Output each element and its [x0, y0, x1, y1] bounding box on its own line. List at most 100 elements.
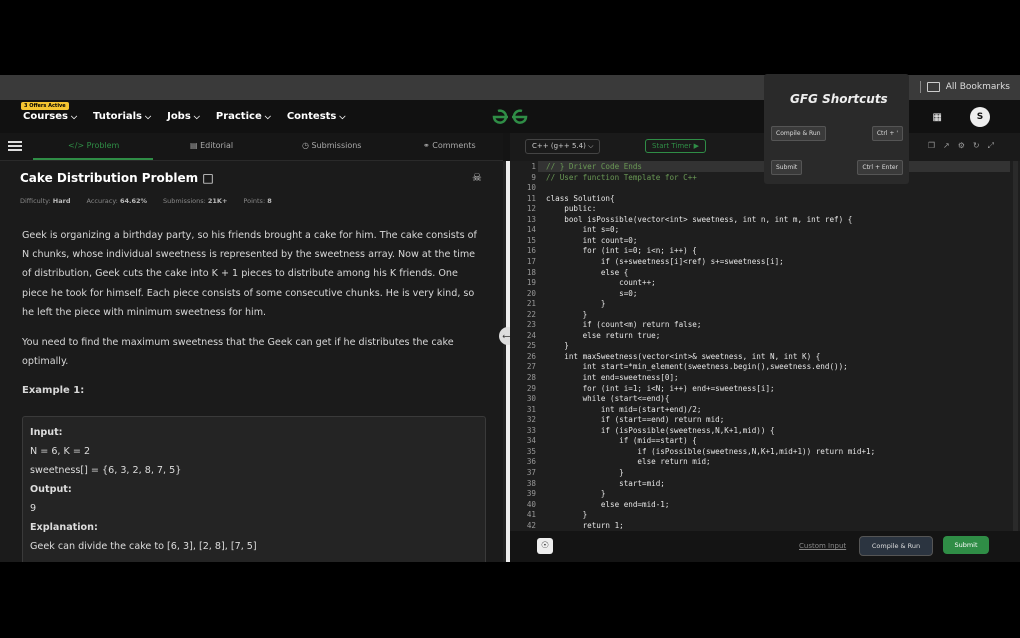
code-line[interactable]: else return true; — [546, 331, 661, 340]
custom-input-link[interactable]: Custom Input — [799, 542, 846, 550]
line-number: 38 — [526, 478, 536, 488]
bookmark-icon[interactable]: □ — [202, 171, 213, 185]
line-number: 40 — [526, 499, 536, 509]
code-line[interactable]: } — [546, 310, 588, 319]
copy-icon[interactable]: ❐ — [928, 141, 935, 151]
line-number: 13 — [526, 214, 536, 224]
lightbulb-icon[interactable]: ☉ — [537, 538, 553, 554]
code-line[interactable]: return 1; — [546, 521, 624, 530]
code-line[interactable]: public: — [546, 204, 596, 213]
tab-submissions[interactable]: ◷ Submissions — [302, 141, 361, 150]
code-line[interactable]: for (int i=1; i<N; i++) end+=sweetness[i… — [546, 384, 775, 393]
offer-badge[interactable]: 3 Offers Active — [21, 102, 69, 110]
chevron-down-icon: ⌵ — [339, 112, 346, 121]
editor-scrollbar[interactable] — [1013, 161, 1018, 531]
code-line[interactable]: bool isPossible(vector<int> sweetness, i… — [546, 215, 852, 224]
line-number: 28 — [526, 373, 536, 382]
code-line[interactable]: } — [546, 489, 606, 498]
code-line[interactable]: else { — [546, 268, 628, 277]
code-line[interactable]: int mid=(start+end)/2; — [546, 405, 702, 414]
editor-panel: C++ (g++ 5.4) ⌵ Start Timer ▶ ❐ ↗ ⚙ ↻ ⤢ … — [510, 133, 1020, 562]
input-line: N = 6, K = 2 — [30, 446, 91, 457]
code-line[interactable]: // User function Template for C++ — [546, 173, 697, 182]
tab-problem[interactable]: </> Problem — [68, 141, 119, 150]
folder-icon — [926, 82, 940, 92]
shortcut-row: Compile & Run Ctrl + ' — [771, 126, 903, 141]
tab-comments[interactable]: ⚭ Comments — [423, 141, 476, 150]
start-timer-button[interactable]: Start Timer ▶ — [645, 139, 706, 153]
all-bookmarks[interactable]: All Bookmarks — [919, 81, 1010, 93]
nav-contests[interactable]: Contests ⌵ — [287, 111, 346, 122]
export-icon[interactable]: ↗ — [943, 141, 950, 151]
code-line[interactable]: else end=mid-1; — [546, 500, 670, 509]
code-line[interactable]: class Solution{ — [546, 194, 615, 203]
code-line[interactable]: int start=*min_element(sweetness.begin()… — [546, 362, 848, 371]
line-number: 19 — [526, 278, 536, 288]
settings-icon[interactable]: ⚙ — [958, 141, 965, 151]
code-line[interactable]: if (start==end) return mid; — [546, 415, 724, 424]
compile-run-button[interactable]: Compile & Run — [859, 536, 933, 556]
line-number: 34 — [526, 436, 536, 446]
shortcut-submit-label[interactable]: Submit — [771, 160, 803, 175]
submissions-value: 21K+ — [207, 197, 228, 205]
line-number: 16 — [526, 246, 536, 256]
line-number: 14 — [526, 225, 536, 235]
code-line[interactable]: int s=0; — [546, 225, 620, 234]
editor-icons: ❐ ↗ ⚙ ↻ ⤢ — [928, 141, 994, 151]
line-number: 41 — [526, 510, 536, 520]
code-line[interactable]: if (isPossible(sweetness,N,K+1,mid+1)) r… — [546, 447, 875, 456]
avatar[interactable]: S — [970, 107, 990, 127]
page-title: Cake Distribution Problem □ — [20, 171, 214, 185]
nav-courses[interactable]: Courses ⌵ — [23, 111, 77, 122]
problem-task: You need to find the maximum sweetness t… — [22, 337, 454, 368]
code-line[interactable]: int count=0; — [546, 236, 638, 245]
fullscreen-icon[interactable]: ⤢ — [988, 141, 994, 151]
chevron-down-icon: ⌵ — [264, 112, 271, 121]
input-line: sweetness[] = {6, 3, 2, 8, 7, 5} — [30, 465, 182, 476]
code-line[interactable]: } — [546, 299, 606, 308]
shortcuts-popup: GFG Shortcuts Compile & Run Ctrl + ' Sub… — [764, 74, 909, 184]
line-number: 15 — [526, 235, 536, 245]
line-number: 36 — [526, 457, 536, 467]
nav-tutorials[interactable]: Tutorials ⌵ — [93, 111, 151, 122]
code-editor[interactable]: 1 // } Driver Code Ends 9 // User function … — [510, 161, 1020, 531]
line-number: 20 — [526, 288, 536, 298]
submit-button[interactable]: Submit — [943, 536, 989, 554]
line-number: 27 — [526, 362, 536, 372]
language-select[interactable]: C++ (g++ 5.4) ⌵ — [525, 139, 601, 154]
code-line[interactable]: } — [546, 341, 569, 350]
shortcut-submit-key: Ctrl + Enter — [857, 160, 903, 175]
line-number: 32 — [526, 415, 536, 425]
translate-icon[interactable]: ▦ — [933, 112, 942, 123]
shortcut-row: Submit Ctrl + Enter — [771, 160, 903, 175]
tab-editorial[interactable]: ▤ Editorial — [190, 141, 233, 150]
code-line[interactable]: if (count<m) return false; — [546, 320, 702, 329]
nav-menu: Courses ⌵ Tutorials ⌵ Jobs ⌵ Practice ⌵ Cont… — [23, 111, 345, 122]
code-line[interactable]: else return mid; — [546, 457, 710, 466]
nav-jobs[interactable]: Jobs ⌵ — [167, 111, 200, 122]
example-heading: Example 1: — [22, 385, 85, 396]
code-line[interactable]: } — [546, 468, 624, 477]
code-line[interactable]: if (isPossible(sweetness,N,K+1,mid)) { — [546, 426, 775, 435]
accuracy-value: 64.62% — [119, 197, 148, 205]
code-line[interactable]: // } Driver Code Ends — [546, 162, 642, 171]
code-line[interactable]: int end=sweetness[0]; — [546, 373, 679, 382]
menu-icon[interactable] — [8, 139, 22, 153]
code-line[interactable]: if (mid==start) { — [546, 436, 697, 445]
shortcut-compile-label[interactable]: Compile & Run — [771, 126, 826, 141]
code-line[interactable]: for (int i=0; i<n; i++) { — [546, 246, 697, 255]
code-line[interactable]: if (s+sweetness[i]<ref) s+=sweetness[i]; — [546, 257, 784, 266]
reset-icon[interactable]: ↻ — [973, 141, 980, 151]
code-line[interactable]: } — [546, 510, 588, 519]
output-label: Output: — [30, 484, 72, 495]
code-line[interactable]: s=0; — [546, 289, 637, 298]
gfg-logo-icon[interactable] — [490, 107, 530, 127]
nav-right: ▦ S — [933, 107, 990, 127]
code-line[interactable]: count++; — [546, 278, 656, 287]
nav-practice[interactable]: Practice ⌵ — [216, 111, 271, 122]
line-number: 35 — [526, 446, 536, 456]
code-line[interactable]: while (start<=end){ — [546, 394, 670, 403]
code-line[interactable]: int maxSweetness(vector<int>& sweetness,… — [546, 352, 820, 361]
code-line[interactable]: start=mid; — [546, 479, 665, 488]
bug-report-icon[interactable]: ☠ — [472, 171, 482, 184]
